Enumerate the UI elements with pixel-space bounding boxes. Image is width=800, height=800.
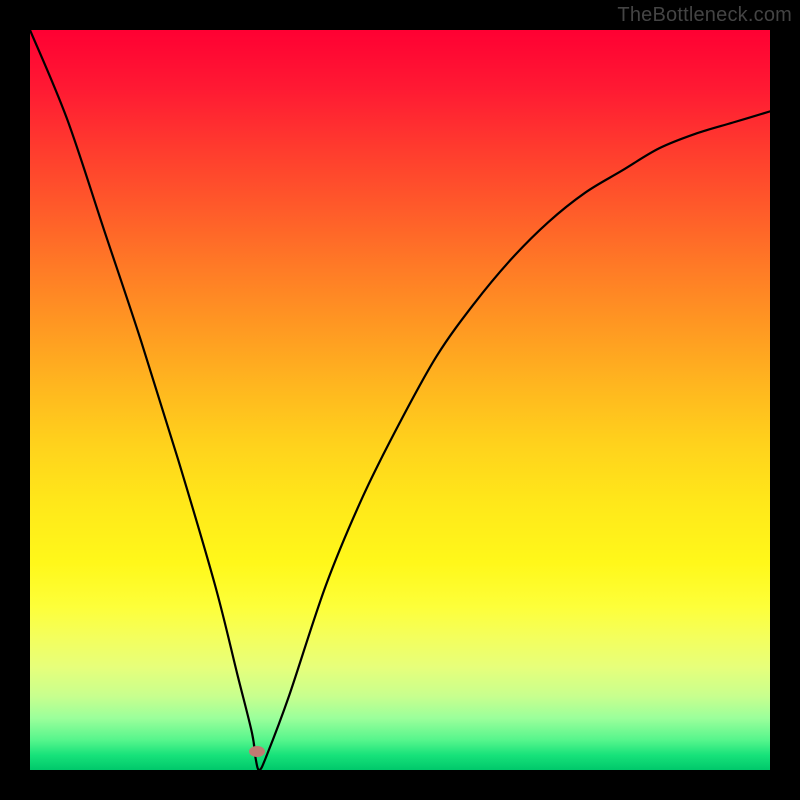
bottleneck-curve xyxy=(30,30,770,770)
plot-area xyxy=(30,30,770,770)
minimum-marker xyxy=(249,746,265,757)
watermark-text: TheBottleneck.com xyxy=(617,4,792,27)
chart-stage: TheBottleneck.com xyxy=(0,0,800,800)
